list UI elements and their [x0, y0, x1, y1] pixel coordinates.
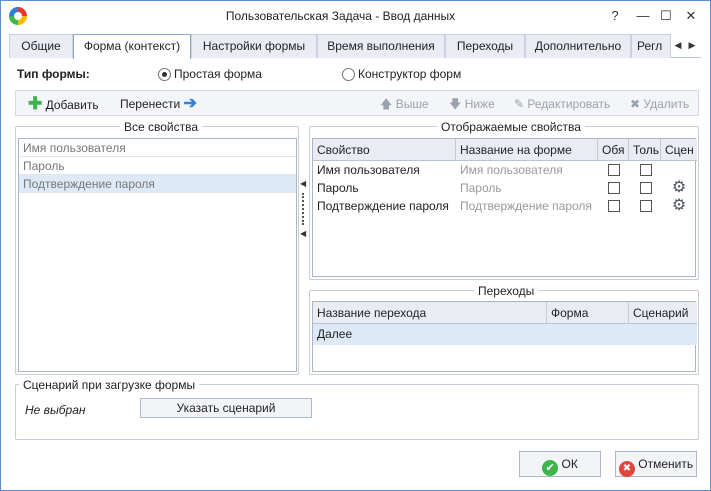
title-bar: Пользовательская Задача - Ввод данных ? … [1, 1, 710, 31]
column-header-transition-name[interactable]: Название перехода [313, 302, 547, 324]
move-down-button[interactable]: 🡇 Ниже [449, 95, 495, 113]
tab-runtime[interactable]: Время выполнения [317, 34, 445, 58]
column-header-scenario[interactable]: Сценарий [629, 302, 697, 324]
readonly-checkbox[interactable] [640, 182, 652, 194]
tab-regulations[interactable]: Регл [631, 34, 671, 58]
add-button[interactable]: ✚ Добавить [28, 95, 99, 113]
form-name-cell[interactable]: Имя пользователя [456, 161, 598, 179]
gear-icon[interactable]: ⚙ [671, 198, 687, 214]
load-scenario-group [15, 384, 699, 440]
all-properties-list[interactable]: Имя пользователя Пароль Подтверждение па… [18, 138, 297, 372]
transitions-grid: Название перехода Форма Сценарий Далее [312, 301, 697, 372]
check-circle-icon: ✔ [542, 460, 559, 476]
edit-button[interactable]: ✎ Редактировать [514, 95, 610, 113]
tab-general[interactable]: Общие [9, 34, 73, 58]
window-title: Пользовательская Задача - Ввод данных [225, 9, 456, 23]
table-row[interactable]: Пароль Пароль ⚙ [313, 179, 697, 197]
help-icon[interactable]: ? [605, 7, 625, 25]
radio-form-designer[interactable] [342, 68, 355, 81]
required-checkbox[interactable] [608, 164, 620, 176]
tab-scroll-left-icon[interactable]: ◀ [671, 37, 685, 53]
set-scenario-button[interactable]: Указать сценарий [140, 398, 312, 418]
list-item[interactable]: Подтверждение пароля [19, 175, 296, 193]
readonly-checkbox[interactable] [640, 200, 652, 212]
minimize-icon[interactable]: — [633, 7, 653, 25]
tab-additional[interactable]: Дополнительно [525, 34, 631, 58]
tab-bar: Общие Форма (контекст) Настройки формы В… [9, 34, 701, 59]
radio-simple-form[interactable] [158, 68, 171, 81]
column-header-property[interactable]: Свойство [313, 139, 456, 161]
table-row[interactable]: Далее [313, 324, 697, 345]
arrow-down-icon: 🡇 [449, 97, 462, 111]
pencil-icon: ✎ [514, 97, 525, 111]
load-scenario-title: Сценарий при загрузке формы [19, 378, 200, 392]
move-button[interactable]: Перенести ➔ [120, 95, 197, 113]
dialog-window: Пользовательская Задача - Ввод данных ? … [0, 0, 711, 491]
readonly-checkbox[interactable] [640, 164, 652, 176]
collapse-right-icon[interactable]: ◀ [300, 229, 306, 238]
column-header-readonly[interactable]: Толь [629, 139, 661, 161]
gear-icon[interactable]: ⚙ [671, 180, 687, 196]
form-name-cell[interactable]: Подтверждение пароля [456, 197, 598, 215]
property-cell: Имя пользователя [317, 163, 420, 177]
radio-simple-form-label[interactable]: Простая форма [174, 67, 262, 81]
table-row[interactable]: Подтверждение пароля Подтверждение парол… [313, 197, 697, 215]
toolbar: ✚ Добавить Перенести ➔ 🡅 Выше 🡇 Ниже ✎ Р… [15, 90, 699, 116]
displayed-properties-title: Отображаемые свойства [437, 120, 585, 134]
tab-form-context[interactable]: Форма (контекст) [73, 34, 191, 59]
arrow-up-icon: 🡅 [380, 97, 393, 111]
required-checkbox[interactable] [608, 200, 620, 212]
tab-form-settings[interactable]: Настройки формы [191, 34, 317, 58]
column-header-required[interactable]: Обя [598, 139, 629, 161]
move-up-button[interactable]: 🡅 Выше [380, 95, 429, 113]
close-icon[interactable]: ✕ [681, 7, 701, 25]
column-header-form[interactable]: Форма [547, 302, 629, 324]
splitter-grip[interactable] [302, 193, 304, 225]
maximize-icon[interactable]: ☐ [656, 7, 676, 25]
delete-button[interactable]: ✖ Удалить [630, 95, 689, 113]
panel-splitter[interactable]: ◀ ◀ [299, 179, 307, 239]
column-header-scenario[interactable]: Сцен [661, 139, 697, 161]
property-cell: Подтверждение пароля [317, 199, 449, 213]
load-scenario-status: Не выбран [25, 403, 86, 417]
tab-transitions[interactable]: Переходы [445, 34, 525, 58]
list-item[interactable]: Пароль [19, 157, 296, 175]
all-properties-title: Все свойства [120, 120, 203, 134]
property-cell: Пароль [317, 181, 359, 195]
plus-icon: ✚ [28, 94, 43, 113]
arrow-right-icon: ➔ [183, 95, 197, 112]
x-icon: ✖ [630, 97, 641, 111]
cancel-button[interactable]: ✖ Отменить [615, 451, 697, 477]
form-name-cell[interactable]: Пароль [456, 179, 598, 197]
ok-button[interactable]: ✔ ОК [519, 451, 601, 477]
column-header-form-name[interactable]: Название на форме [456, 139, 598, 161]
displayed-properties-grid: Свойство Название на форме Обя Толь Сцен… [312, 138, 697, 277]
required-checkbox[interactable] [608, 182, 620, 194]
tab-scroll-right-icon[interactable]: ▶ [685, 37, 699, 53]
collapse-left-icon[interactable]: ◀ [300, 179, 306, 188]
form-type-label: Тип формы: [17, 67, 90, 81]
transitions-title: Переходы [474, 284, 539, 298]
radio-form-designer-label[interactable]: Конструктор форм [358, 67, 461, 81]
cancel-circle-icon: ✖ [618, 461, 635, 477]
table-row[interactable]: Имя пользователя Имя пользователя [313, 161, 697, 179]
list-item[interactable]: Имя пользователя [19, 139, 296, 157]
